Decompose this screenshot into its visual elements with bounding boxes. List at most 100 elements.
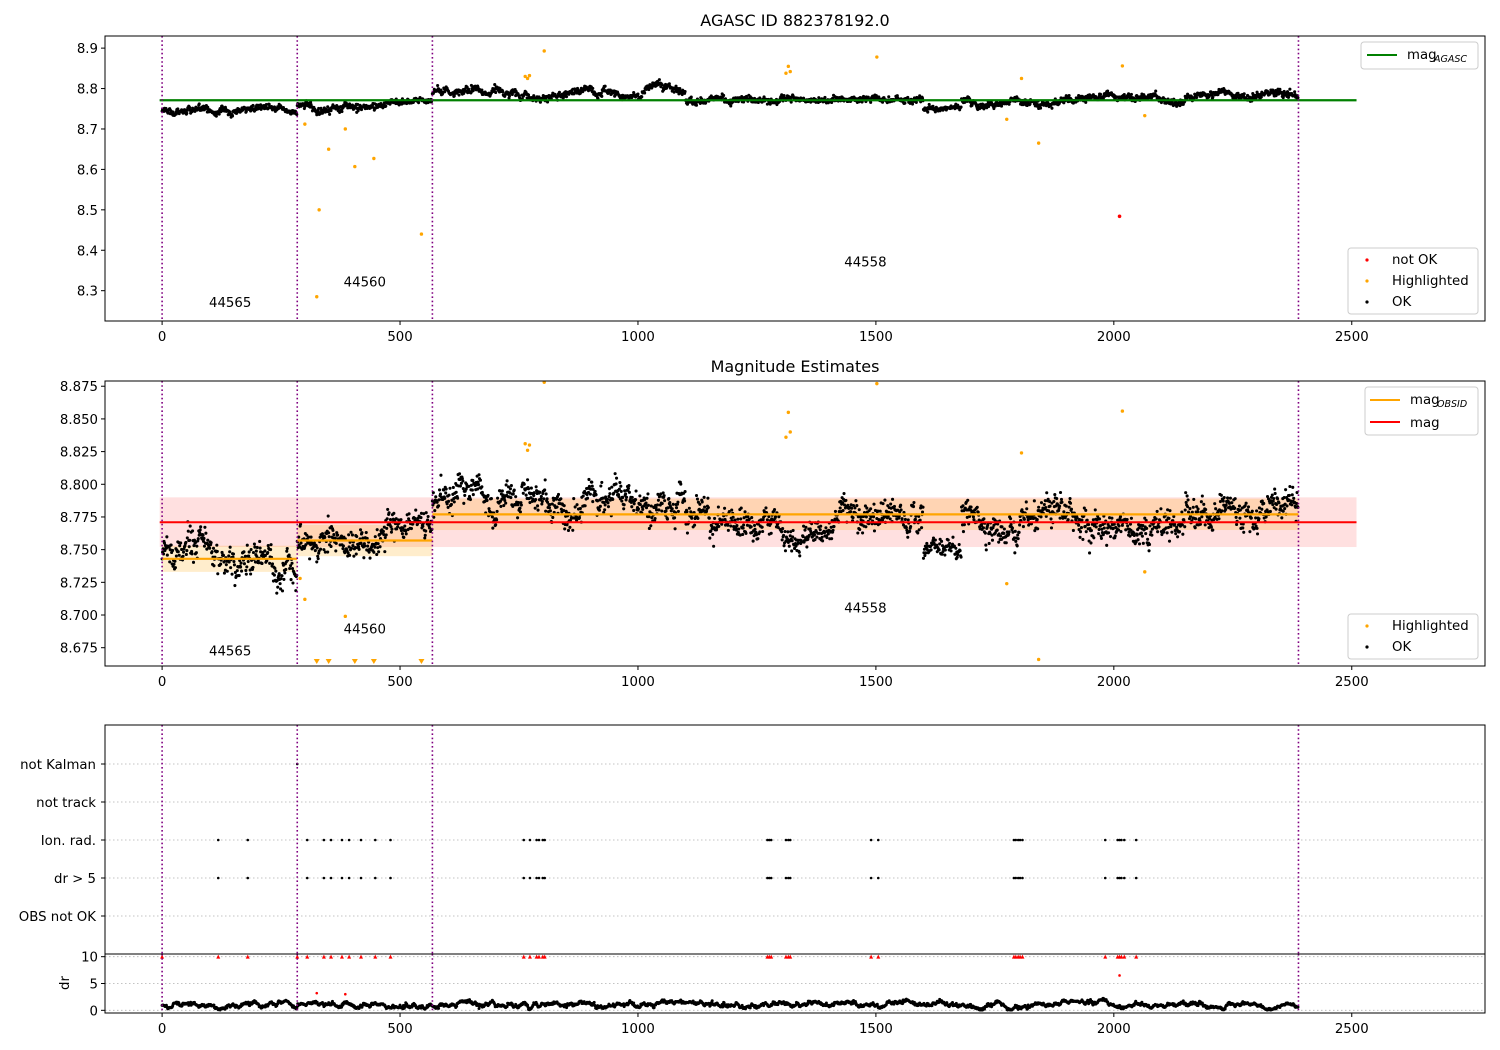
ok-point [1242,92,1246,96]
ok-point [583,504,587,508]
legend-status: Highlighted OK [1347,613,1479,660]
flag-point [1018,876,1022,880]
ok-point [1190,510,1194,514]
ok-point [661,491,665,495]
ok-point [933,538,937,542]
ok-point [981,526,985,530]
ok-point [1107,531,1111,535]
ok-point [522,482,526,486]
highlighted-point [788,430,792,434]
ok-point [229,566,233,570]
ok-point [1066,518,1070,522]
ok-point [439,88,443,92]
ok-point [1183,525,1187,529]
ok-point [1010,526,1015,530]
ok-point [1278,87,1282,91]
ok-point [185,111,189,115]
flag-point [788,838,792,842]
x-tick-label: 1500 [859,675,893,690]
ok-point [736,517,740,521]
ok-point [1089,529,1094,533]
ok-point [1084,530,1088,534]
ok-point [1098,92,1103,96]
ok-point [1273,487,1277,491]
ok-point [923,553,927,558]
ok-point [565,95,569,99]
ok-point [927,102,931,107]
ok-point [660,501,664,506]
ok-point [308,557,312,561]
ok-point [865,506,869,510]
ok-point [1180,510,1184,514]
ok-point [707,516,711,520]
ok-point [1045,491,1049,495]
flag-point [373,876,377,880]
ok-point [518,506,522,510]
ok-point [864,525,868,529]
ok-point [997,540,1001,544]
ok-point [956,553,960,557]
ok-point [246,560,250,564]
ok-point [753,523,757,527]
ok-point [516,516,520,520]
ok-point [821,539,825,543]
y-tick-label: 8.700 [60,609,98,624]
ok-point [496,496,500,500]
obsid-label: 44558 [844,255,886,270]
ok-point [825,535,829,540]
legend-label-ok: OK [1392,640,1411,655]
flag-point [784,838,788,842]
y-tick-label: 8.7 [77,123,98,138]
ok-point [447,493,451,497]
ok-point [975,505,979,509]
ok-point [529,486,533,490]
flag-point [535,838,538,842]
flag-point [1014,876,1018,880]
ok-point [1117,524,1121,528]
y-tick-label: 8.4 [77,244,98,259]
x-tick-label: 500 [387,330,412,345]
y-tick-label: 8.775 [60,511,98,526]
ok-point [490,515,494,519]
ok-point [813,538,817,542]
ok-point [443,496,447,500]
ok-point [761,529,765,534]
ok-point [984,543,988,547]
ok-point [404,532,408,536]
panel-magnitude-estimates: Magnitude Estimates 445654456044558 8.67… [60,357,1486,690]
flag-point [869,876,873,880]
ok-point [660,509,664,513]
ok-point [598,504,602,508]
ok-point [646,492,650,496]
flag-point [769,838,773,842]
ok-point [621,495,625,499]
x-tick-label: 500 [387,675,412,690]
ok-point [347,533,351,537]
ok-point [854,499,858,503]
ok-point [1200,494,1204,498]
obsid-label: 44560 [344,276,386,291]
highlighted-point [1120,64,1125,68]
ok-point [332,533,336,537]
ok-point [1295,501,1299,506]
ok-point [731,515,735,519]
ok-point [1052,499,1056,504]
ok-point [1088,551,1092,555]
ok-point [1007,530,1011,534]
ok-point [1257,517,1261,521]
ok-point [1094,525,1098,529]
ok-point [426,518,430,522]
ok-point [906,535,910,539]
ok-point [665,517,670,521]
ok-point [1060,500,1064,504]
ok-point [509,495,513,500]
ok-point [424,529,428,533]
ok-point [433,509,437,513]
flag-point [869,838,873,842]
ok-point [700,500,704,504]
ok-point [239,565,243,569]
ok-point [903,517,907,522]
ok-point [634,489,638,493]
ok-point [929,548,933,552]
ok-point [1059,497,1064,501]
